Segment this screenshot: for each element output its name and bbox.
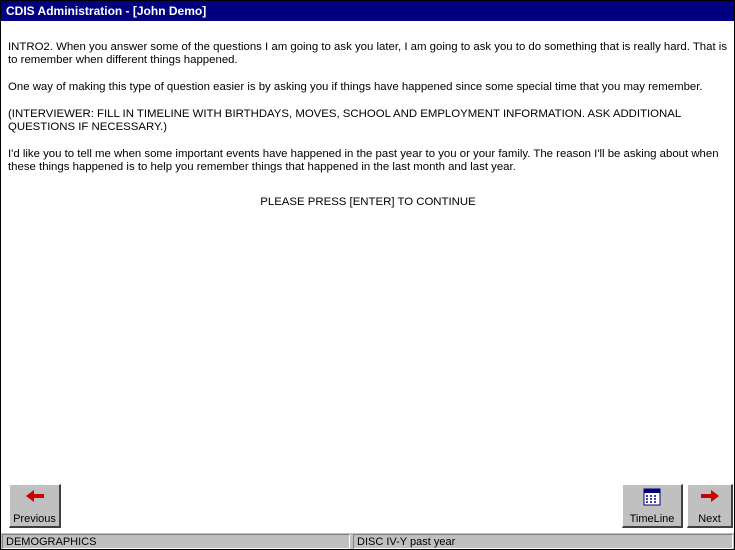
intro-paragraph-2: One way of making this type of question … xyxy=(8,81,703,93)
arrow-left-icon xyxy=(10,488,59,510)
status-section: DEMOGRAPHICS xyxy=(2,534,350,549)
status-bar: DEMOGRAPHICS DISC IV-Y past year xyxy=(1,533,734,549)
calendar-icon xyxy=(623,488,681,510)
intro-paragraph-1: INTRO2. When you answer some of the ques… xyxy=(8,41,728,66)
previous-button-label: Previous xyxy=(13,513,56,525)
continue-prompt: PLEASE PRESS [ENTER] TO CONTINUE xyxy=(260,196,476,208)
status-module: DISC IV-Y past year xyxy=(353,534,733,549)
question-text-area: INTRO2. When you answer some of the ques… xyxy=(8,41,728,223)
timeline-button[interactable]: TimeLine xyxy=(622,484,683,528)
app-window: CDIS Administration - [John Demo] INTRO2… xyxy=(0,0,735,550)
arrow-right-icon xyxy=(688,488,731,510)
navigation-bar: Previous TimeLine Next xyxy=(1,481,734,529)
interviewer-instruction: (INTERVIEWER: FILL IN TIMELINE WITH BIRT… xyxy=(8,108,681,133)
next-button[interactable]: Next xyxy=(687,484,733,528)
next-button-label: Next xyxy=(698,513,721,525)
previous-button[interactable]: Previous xyxy=(9,484,61,528)
intro-paragraph-3: I'd like you to tell me when some import… xyxy=(8,148,719,173)
timeline-button-label: TimeLine xyxy=(629,513,675,525)
title-bar: CDIS Administration - [John Demo] xyxy=(1,1,734,21)
window-title: CDIS Administration - [John Demo] xyxy=(6,4,207,18)
